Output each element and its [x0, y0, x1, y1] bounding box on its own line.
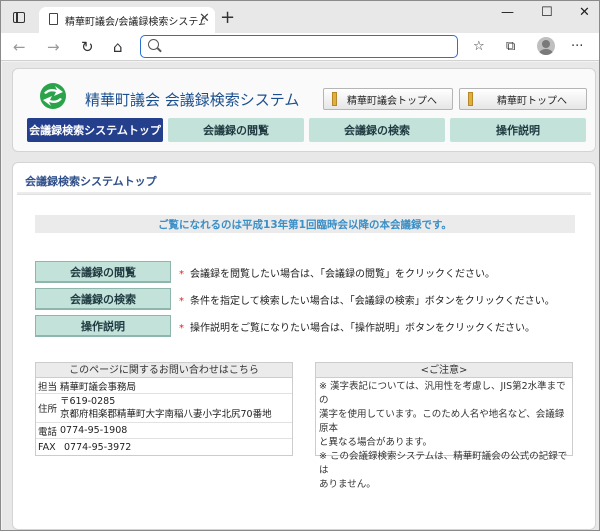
- home-button[interactable]: ⌂: [113, 38, 123, 56]
- page-viewport: 精華町議会 会議録検索システム 精華町議会トップへ 精華町トップへ 会議録検索シ…: [2, 62, 599, 530]
- caution-heading: <ご注意>: [316, 363, 572, 378]
- nav-tab-browse[interactable]: 会議録の閲覧: [168, 118, 304, 142]
- address-bar[interactable]: [140, 35, 458, 58]
- maximize-button[interactable]: ☐: [541, 5, 553, 20]
- sidebar-toggle-icon[interactable]: [13, 12, 25, 23]
- contact-row-phone: 電話 0774-95-1908: [36, 423, 292, 439]
- contact-label: 電話: [38, 426, 58, 438]
- help-description: * 操作説明をご覧になりたい場合は、「操作説明」ボタンをクリックください。: [179, 319, 535, 334]
- contact-box: このページに関するお問い合わせはこちら 担当 精華町議会事務局 住所 〒619-…: [35, 362, 293, 456]
- contact-row-address: 住所 〒619-0285 京都府相楽郡精華町大字南稲八妻小字北尻70番地: [36, 394, 292, 423]
- bullet-star: *: [179, 296, 184, 307]
- contact-value: 0774-95-3972: [64, 441, 132, 453]
- town-top-link-label: 精華町トップへ: [497, 95, 567, 107]
- contact-value: 0774-95-1908: [60, 425, 128, 436]
- town-top-link[interactable]: 精華町トップへ: [459, 88, 587, 110]
- contact-row-fax: FAX 0774-95-3972: [36, 439, 292, 455]
- caution-box: <ご注意> ※ 漢字表記については、汎用性を考慮し、JIS第2水準までの 漢字を…: [315, 362, 573, 490]
- close-window-button[interactable]: ✕: [579, 5, 590, 20]
- site-title: 精華町議会 会議録検索システム: [85, 91, 300, 109]
- nav-tab-top[interactable]: 会議録検索システムトップ: [27, 118, 163, 142]
- caution-line: ※ この会議録検索システムは、精華町議会の公式の記録では: [319, 451, 568, 476]
- contact-label: 担当: [38, 381, 58, 393]
- caution-line: ※ 漢字表記については、汎用性を考慮し、JIS第2水準までの: [319, 381, 566, 406]
- tab-title: 精華町議会/会議録検索システム: [65, 17, 205, 28]
- page-icon: [49, 13, 58, 25]
- search-description: * 条件を指定して検索したい場合は、「会議録の検索」ボタンをクリックください。: [179, 292, 555, 307]
- site-header: 精華町議会 会議録検索システム 精華町議会トップへ 精華町トップへ 会議録検索シ…: [12, 68, 596, 152]
- forward-button[interactable]: →: [47, 38, 60, 56]
- help-button[interactable]: 操作説明: [35, 315, 171, 337]
- reload-button[interactable]: ↻: [81, 38, 94, 56]
- search-icon: [148, 39, 159, 50]
- contact-row-department: 担当 精華町議会事務局: [36, 378, 292, 394]
- title-bar: 精華町議会/会議録検索システム ✕ + — ☐ ✕: [1, 1, 599, 33]
- profile-avatar[interactable]: [537, 37, 555, 55]
- contact-address: 京都府相楽郡精華町大字南稲八妻小字北尻70番地: [60, 409, 272, 420]
- browser-window: 精華町議会/会議録検索システム ✕ + — ☐ ✕ ← → ↻ ⌂ ☆ ⧉ ··…: [0, 0, 600, 531]
- council-top-link-label: 精華町議会トップへ: [347, 95, 437, 107]
- tab-close-icon[interactable]: ✕: [199, 11, 210, 26]
- browser-toolbar: ← → ↻ ⌂ ☆ ⧉ ···: [1, 33, 599, 61]
- search-description-text: 条件を指定して検索したい場合は、「会議録の検索」ボタンをクリックください。: [190, 296, 555, 307]
- new-tab-button[interactable]: +: [220, 7, 235, 28]
- help-description-text: 操作説明をご覧になりたい場合は、「操作説明」ボタンをクリックください。: [190, 323, 535, 334]
- contact-value: 精華町議会事務局: [60, 381, 137, 393]
- section-title: 会議録検索システムトップ: [25, 175, 157, 188]
- browse-description: * 会議録を閲覧したい場合は、「会議録の閲覧」をクリックください。: [179, 265, 495, 280]
- caution-line: 漢字を使用しています。このため人名や地名など、会議録原本: [319, 409, 565, 434]
- favorites-icon[interactable]: ☆: [473, 39, 485, 54]
- council-top-link[interactable]: 精華町議会トップへ: [323, 88, 453, 110]
- nav-tab-search[interactable]: 会議録の検索: [309, 118, 445, 142]
- bullet-star: *: [179, 323, 184, 334]
- content-panel: 会議録検索システムトップ ご覧になれるのは平成13年第1回臨時会以降の本会議録で…: [12, 162, 596, 530]
- browser-tab[interactable]: 精華町議会/会議録検索システム ✕: [39, 7, 215, 33]
- more-menu-icon[interactable]: ···: [571, 39, 583, 54]
- bullet-star: *: [179, 269, 184, 280]
- back-button[interactable]: ←: [13, 38, 26, 56]
- caution-line: ありません。: [319, 479, 376, 490]
- collections-icon[interactable]: ⧉: [506, 39, 515, 54]
- section-divider: [17, 192, 591, 195]
- link-marker-icon: [332, 92, 337, 106]
- caution-line: と異なる場合があります。: [319, 437, 433, 448]
- browse-description-text: 会議録を閲覧したい場合は、「会議録の閲覧」をクリックください。: [190, 269, 495, 280]
- link-marker-icon: [468, 92, 473, 106]
- contact-label: FAX: [38, 441, 56, 453]
- browse-button[interactable]: 会議録の閲覧: [35, 261, 171, 283]
- notice-banner: ご覧になれるのは平成13年第1回臨時会以降の本会議録です。: [35, 215, 575, 233]
- main-nav: 会議録検索システムトップ 会議録の閲覧 会議録の検索 操作説明: [23, 118, 589, 142]
- contact-heading: このページに関するお問い合わせはこちら: [36, 363, 292, 378]
- nav-tab-help[interactable]: 操作説明: [450, 118, 586, 142]
- minimize-button[interactable]: —: [501, 5, 514, 20]
- search-button[interactable]: 会議録の検索: [35, 288, 171, 310]
- contact-postal-code: 〒619-0285: [60, 396, 116, 407]
- town-logo-icon: [40, 83, 66, 109]
- contact-label: 住所: [38, 404, 58, 415]
